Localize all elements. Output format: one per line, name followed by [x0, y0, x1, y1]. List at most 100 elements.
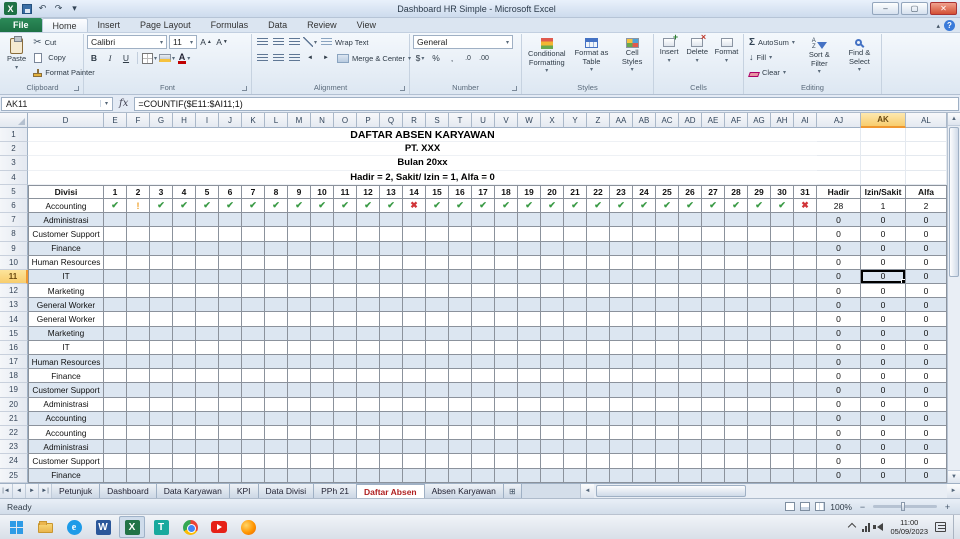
cell-day-7-row-23[interactable] [242, 440, 265, 455]
cell-day-7-row-8[interactable] [242, 227, 265, 242]
cell-day-18-row-11[interactable] [495, 269, 518, 285]
cell-day-2-row-16[interactable] [127, 340, 150, 355]
column-header-g[interactable]: G [150, 113, 173, 128]
cell-day-18-row-13[interactable] [495, 298, 518, 313]
align-right-button[interactable] [287, 51, 301, 65]
cell-day-4-row-16[interactable] [173, 340, 196, 355]
horizontal-scroll-thumb[interactable] [596, 485, 746, 497]
cell-day-11-row-13[interactable] [334, 298, 357, 313]
cell-day-25-row-12[interactable] [656, 284, 679, 299]
cell-day-27-row-7[interactable] [702, 213, 725, 228]
cell-day-17-row-10[interactable] [472, 255, 495, 270]
cell-izin-row-24[interactable]: 0 [861, 454, 906, 469]
horizontal-scroll-track[interactable] [594, 484, 947, 498]
cell-day-20-row-24[interactable] [541, 454, 564, 469]
cell-day-2-row-13[interactable] [127, 298, 150, 313]
cell-day-15-row-20[interactable] [426, 397, 449, 412]
cell-divisi-row-25[interactable]: Finance [28, 468, 104, 483]
cell-day-17-row-17[interactable] [472, 355, 495, 370]
cell-day-24-row-16[interactable] [633, 340, 656, 355]
cell-day-26-row-21[interactable] [679, 411, 702, 426]
row-header-2[interactable]: 2 [0, 142, 28, 157]
column-header-r[interactable]: R [403, 113, 426, 128]
borders-button[interactable]: ▾ [142, 51, 157, 65]
check-mark-icon-day-18[interactable]: ✔ [495, 198, 518, 214]
cell-hadir-row-20[interactable]: 0 [817, 397, 861, 412]
cell-day-21-row-8[interactable] [564, 227, 587, 242]
cell-day-28-row-15[interactable] [725, 326, 748, 341]
cell-day-31-row-25[interactable] [794, 468, 817, 483]
close-button[interactable]: ✕ [930, 2, 957, 15]
cell-divisi-row-11[interactable]: IT [28, 269, 104, 285]
cell-day-3-row-12[interactable] [150, 284, 173, 299]
row-header-3[interactable]: 3 [0, 156, 28, 171]
cell-day-17-row-15[interactable] [472, 326, 495, 341]
qat-dropdown-icon[interactable]: ▾ [68, 3, 81, 15]
column-header-ad[interactable]: AD [679, 113, 702, 128]
cell-day-15-row-23[interactable] [426, 440, 449, 455]
cell-day-3-row-10[interactable] [150, 255, 173, 270]
cell-day-31-row-16[interactable] [794, 340, 817, 355]
cell-day-23-row-14[interactable] [610, 312, 633, 327]
cell-day-8-row-25[interactable] [265, 468, 288, 483]
column-header-p[interactable]: P [357, 113, 380, 128]
cell-day-2-row-11[interactable] [127, 269, 150, 285]
cell-day-25-row-20[interactable] [656, 397, 679, 412]
cell-day-14-row-17[interactable] [403, 355, 426, 370]
column-header-aj[interactable]: AJ [817, 113, 861, 128]
check-mark-icon-day-15[interactable]: ✔ [426, 198, 449, 214]
cell-day-11-row-17[interactable] [334, 355, 357, 370]
cell-day-19-row-8[interactable] [518, 227, 541, 242]
cell-day-30-row-10[interactable] [771, 255, 794, 270]
cell-izin-row-20[interactable]: 0 [861, 397, 906, 412]
cell-day-24-row-22[interactable] [633, 425, 656, 441]
cell-day-22-row-24[interactable] [587, 454, 610, 469]
cell-day-30-row-20[interactable] [771, 397, 794, 412]
cell-day-2-row-8[interactable] [127, 227, 150, 242]
check-mark-icon-day-10[interactable]: ✔ [311, 198, 334, 214]
teams-icon[interactable]: T [148, 516, 174, 538]
cell-day-16-row-25[interactable] [449, 468, 472, 483]
cell-day-12-row-23[interactable] [357, 440, 380, 455]
cell-day-21-row-10[interactable] [564, 255, 587, 270]
cell-day-1-row-21[interactable] [104, 411, 127, 426]
cell-day-3-row-15[interactable] [150, 326, 173, 341]
cell-hadir-row-13[interactable]: 0 [817, 298, 861, 313]
cell-day-23-row-23[interactable] [610, 440, 633, 455]
cell-day-11-row-11[interactable] [334, 269, 357, 285]
cell-alfa-row-25[interactable]: 0 [906, 468, 947, 483]
cell-izin-row-17[interactable]: 0 [861, 355, 906, 370]
cell-day-26-row-22[interactable] [679, 425, 702, 441]
absent-mark-icon-day-31[interactable]: ✖ [794, 198, 817, 214]
cell-day-16-row-19[interactable] [449, 383, 472, 398]
cell-day-10-row-16[interactable] [311, 340, 334, 355]
align-top-button[interactable] [255, 35, 269, 49]
cell-day-31-row-13[interactable] [794, 298, 817, 313]
cell-day-2-row-7[interactable] [127, 213, 150, 228]
cell-alfa-row-22[interactable]: 0 [906, 425, 947, 441]
cell-day-5-row-12[interactable] [196, 284, 219, 299]
cell-divisi-row-22[interactable]: Accounting [28, 425, 104, 441]
cell-day-28-row-13[interactable] [725, 298, 748, 313]
cell-day-5-row-8[interactable] [196, 227, 219, 242]
cell-day-6-row-10[interactable] [219, 255, 242, 270]
row-header-4[interactable]: 4 [0, 170, 28, 185]
cell-day-25-row-10[interactable] [656, 255, 679, 270]
column-header-z[interactable]: Z [587, 113, 610, 128]
cell-day-9-row-25[interactable] [288, 468, 311, 483]
cell-hadir-row-11[interactable]: 0 [817, 269, 861, 285]
cell-day-4-row-10[interactable] [173, 255, 196, 270]
cell-day-6-row-9[interactable] [219, 241, 242, 256]
check-mark-icon-day-9[interactable]: ✔ [288, 198, 311, 214]
cell-day-13-row-7[interactable] [380, 213, 403, 228]
cell-day-25-row-15[interactable] [656, 326, 679, 341]
cell-day-10-row-10[interactable] [311, 255, 334, 270]
cell-day-15-row-19[interactable] [426, 383, 449, 398]
cell-day-14-row-15[interactable] [403, 326, 426, 341]
page-layout-view-icon[interactable] [800, 502, 811, 511]
row-header-9[interactable]: 9 [0, 241, 28, 256]
cell-day-24-row-12[interactable] [633, 284, 656, 299]
column-header-n[interactable]: N [311, 113, 334, 128]
cell-day-7-row-19[interactable] [242, 383, 265, 398]
cell-day-20-row-15[interactable] [541, 326, 564, 341]
